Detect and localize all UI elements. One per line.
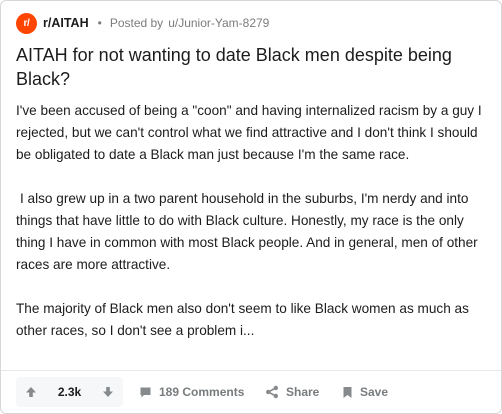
comment-bubble-icon: [139, 386, 152, 399]
post-header: r/ r/AITAH • Posted by u/Junior-Yam-8279: [16, 12, 269, 34]
save-button[interactable]: Save: [342, 377, 388, 407]
share-label: Share: [286, 385, 320, 399]
share-nodes-icon: [265, 385, 279, 399]
vote-count: 2.3k: [57, 385, 82, 399]
post-body[interactable]: I've been accused of being a "coon" and …: [16, 100, 492, 364]
vote-control: 2.3k: [16, 377, 123, 407]
share-button[interactable]: Share: [265, 377, 319, 407]
post-title[interactable]: AITAH for not wanting to date Black men …: [16, 43, 486, 91]
body-paragraph: The majority of Black men also don't see…: [16, 301, 469, 338]
body-paragraph: I also grew up in a two parent household…: [16, 191, 478, 272]
bookmark-icon: [342, 386, 353, 399]
subreddit-avatar[interactable]: r/: [16, 12, 37, 34]
arrow-up-icon[interactable]: [24, 385, 38, 399]
comments-label: 189 Comments: [159, 385, 245, 399]
comments-button[interactable]: 189 Comments: [139, 377, 244, 407]
posted-by-label: Posted by: [109, 16, 164, 30]
subreddit-link[interactable]: r/AITAH: [43, 16, 89, 30]
post-card[interactable]: r/ r/AITAH • Posted by u/Junior-Yam-8279…: [0, 0, 502, 414]
arrow-down-icon[interactable]: [101, 385, 115, 399]
post-footer: 2.3k 189 Comments Share Save: [1, 370, 501, 413]
separator-dot: •: [97, 16, 102, 30]
body-paragraph: I've been accused of being a "coon" and …: [16, 103, 482, 162]
author-link[interactable]: u/Junior-Yam-8279: [168, 16, 269, 30]
save-label: Save: [360, 385, 389, 399]
